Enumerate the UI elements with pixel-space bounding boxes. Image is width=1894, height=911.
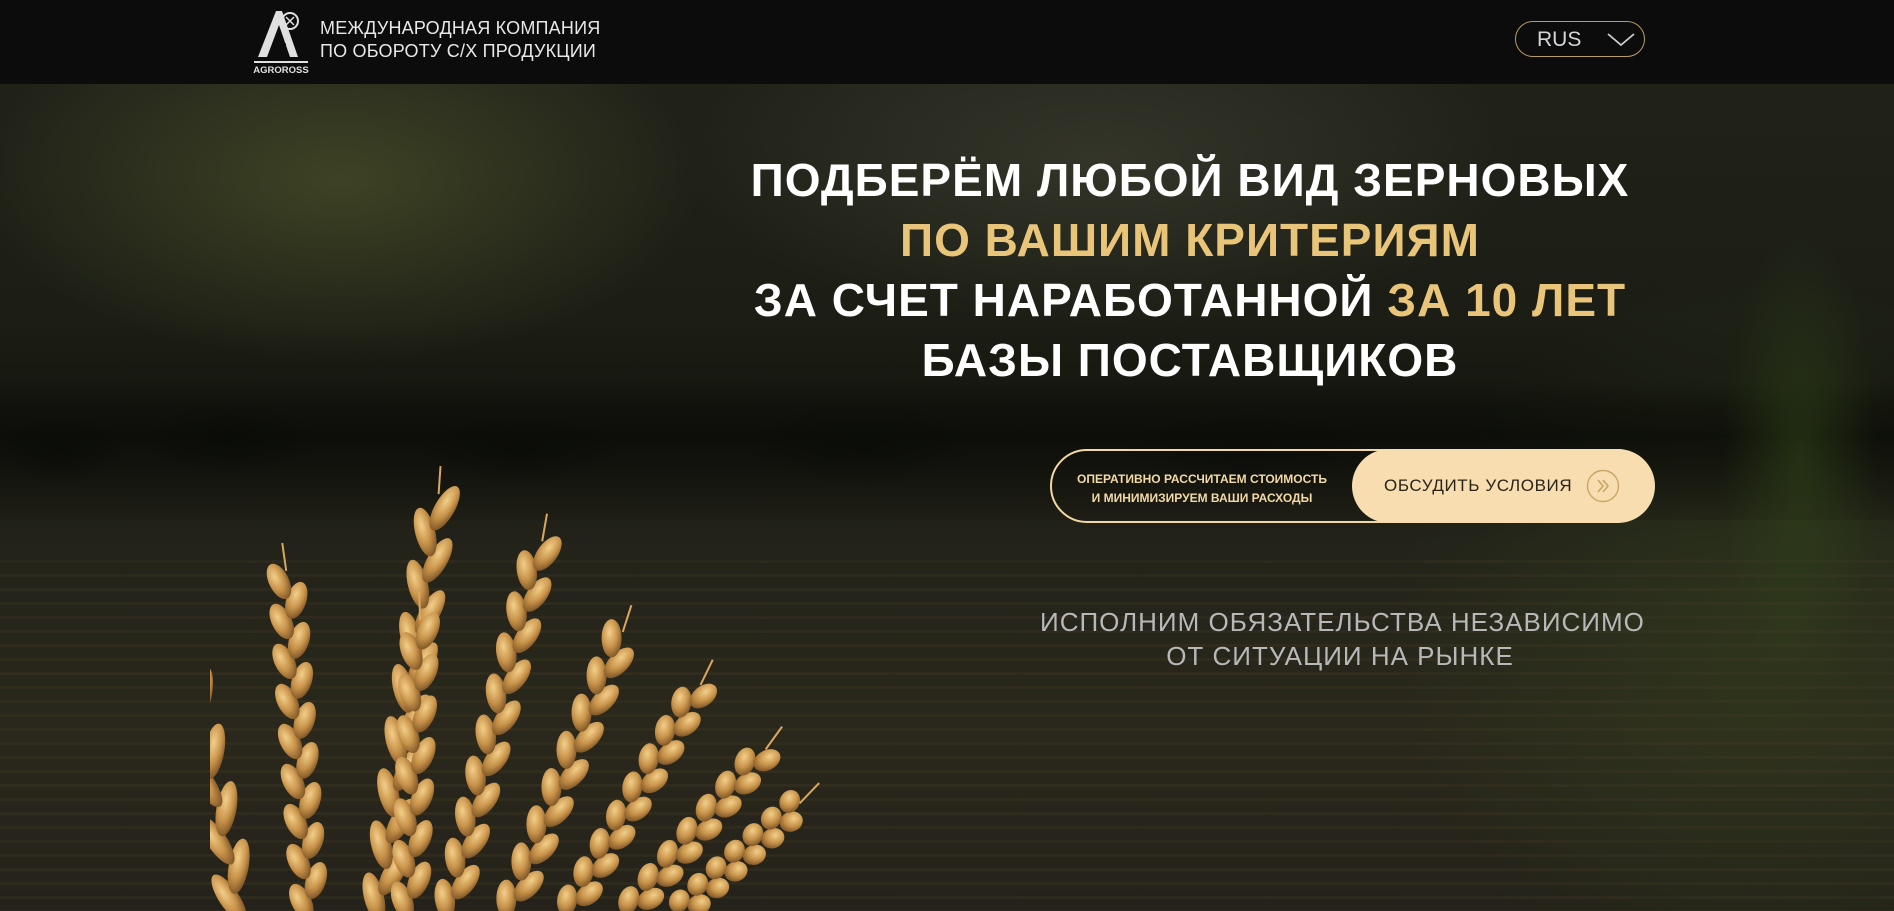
headline-line-3-white: ЗА СЧЕТ НАРАБОТАННОЙ [753,274,1388,326]
header-bar: AGROROSS МЕЖДУНАРОДНАЯ КОМПАНИЯ ПО ОБОРО… [0,0,1894,84]
headline-line-3-gold: ЗА 10 ЛЕТ [1387,274,1627,326]
wheat-ears-image [210,466,820,911]
company-name-line1: МЕЖДУНАРОДНАЯ КОМПАНИЯ [320,18,601,38]
company-name-line2: ПО ОБОРОТУ С/Х ПРОДУКЦИИ [320,41,597,61]
headline-line-2: ПО ВАШИМ КРИТЕРИЯМ [900,214,1480,266]
language-label: RUS [1537,28,1582,51]
agroross-logo[interactable]: AGROROSS [252,5,310,77]
headline-line-4: БАЗЫ ПОСТАВЩИКОВ [921,334,1459,386]
hero-subtext: ИСПОЛНИМ ОБЯЗАТЕЛЬСТВА НЕЗАВИСИМО ОТ СИТ… [1040,605,1645,673]
discuss-terms-label: ОБСУДИТЬ УСЛОВИЯ [1384,476,1573,495]
wheat-ear [266,542,328,911]
language-select[interactable]: RUS [1515,21,1645,57]
cta-note-line2: И МИНИМИЗИРУЕМ ВАШИ РАСХОДЫ [1091,491,1313,505]
landing-page: AGROROSS МЕЖДУНАРОДНАЯ КОМПАНИЯ ПО ОБОРО… [0,0,1894,911]
headline-line-1: ПОДБЕРЁМ ЛЮБОЙ ВИД ЗЕРНОВЫХ [750,154,1630,206]
headline-line-3: ЗА СЧЕТ НАРАБОТАННОЙ ЗА 10 ЛЕТ [730,270,1650,330]
background-leaf [1680,110,1894,810]
cta-block: ОПЕРАТИВНО РАССЧИТАЕМ СТОИМОСТЬ И МИНИМИ… [1050,449,1655,523]
cta-note: ОПЕРАТИВНО РАССЧИТАЕМ СТОИМОСТЬ И МИНИМИ… [1072,470,1332,508]
subtext-line2: ОТ СИТУАЦИИ НА РЫНКЕ [1166,641,1514,671]
company-name: МЕЖДУНАРОДНАЯ КОМПАНИЯ ПО ОБОРОТУ С/Х ПР… [320,17,600,63]
wheat-ear [210,666,250,911]
logo-text: AGROROSS [253,65,308,76]
chevron-down-icon [1607,33,1635,47]
cta-note-line1: ОПЕРАТИВНО РАССЧИТАЕМ СТОИМОСТЬ [1077,472,1327,486]
double-arrow-right-icon [1586,469,1620,503]
hero-headline: ПОДБЕРЁМ ЛЮБОЙ ВИД ЗЕРНОВЫХ ПО ВАШИМ КРИ… [730,150,1650,390]
subtext-line1: ИСПОЛНИМ ОБЯЗАТЕЛЬСТВА НЕЗАВИСИМО [1040,607,1645,637]
discuss-terms-button[interactable]: ОБСУДИТЬ УСЛОВИЯ [1352,449,1655,523]
